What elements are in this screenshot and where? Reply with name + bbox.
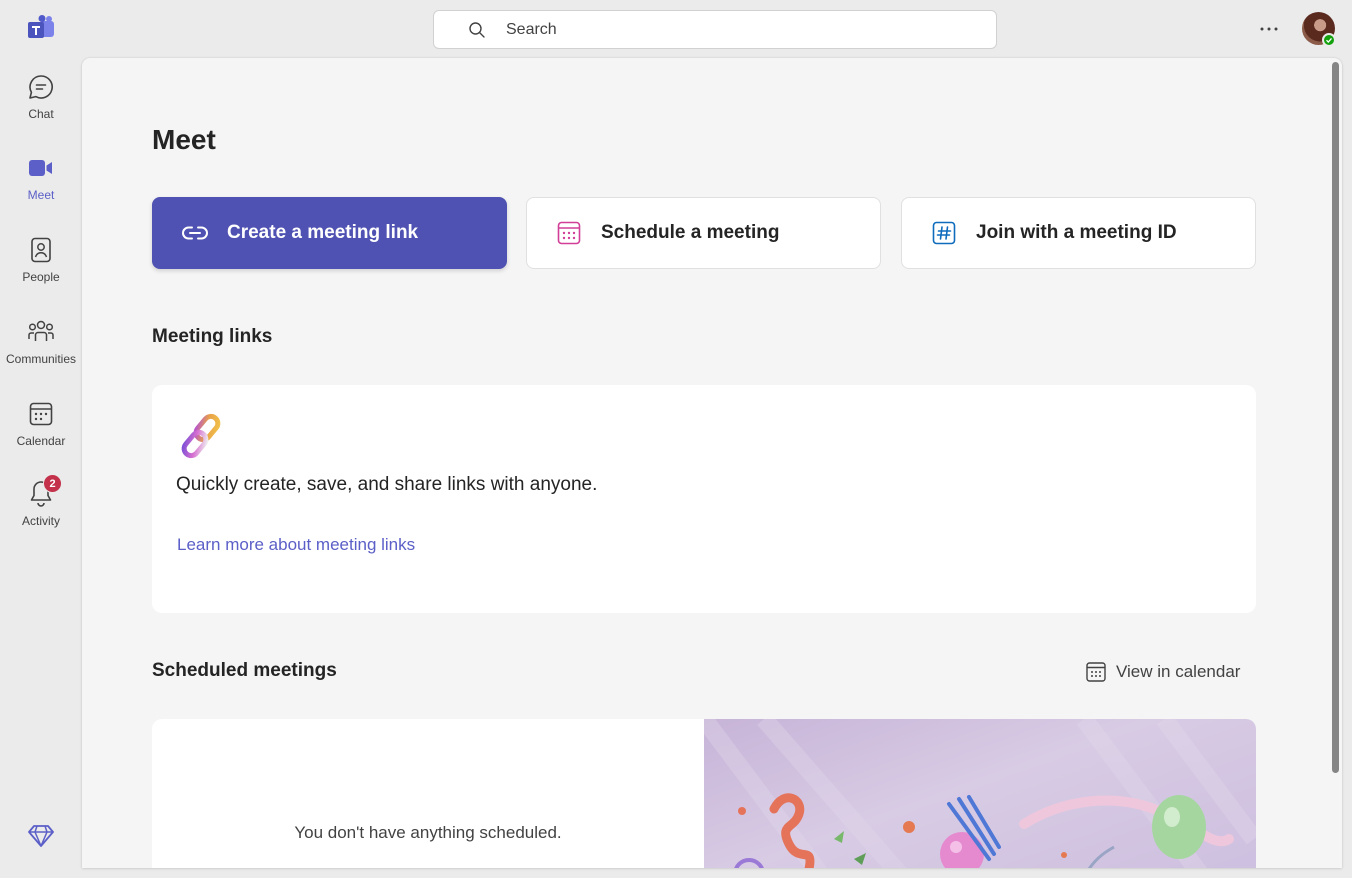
calendar-icon [1086, 662, 1106, 682]
communities-icon [27, 318, 55, 346]
view-in-calendar-label: View in calendar [1116, 662, 1241, 681]
calendar-schedule-icon [555, 219, 583, 247]
rail-item-people[interactable]: People [0, 236, 82, 312]
diamond-icon[interactable] [28, 824, 54, 848]
rail-label: Calendar [16, 434, 66, 448]
view-in-calendar-button[interactable]: View in calendar [1086, 660, 1240, 684]
action-label: Join with a meeting ID [976, 222, 1177, 243]
scheduled-meetings-title: Scheduled meetings [152, 660, 337, 681]
bell-icon: 2 [27, 474, 62, 508]
rail-item-chat[interactable]: Chat [0, 73, 82, 149]
rail-item-communities[interactable]: Communities [0, 318, 82, 394]
rail-item-meet[interactable]: Meet [0, 154, 82, 230]
meeting-links-description: Quickly create, save, and share links wi… [176, 474, 598, 495]
page-title: Meet [152, 124, 216, 155]
learn-more-link[interactable]: Learn more about meeting links [177, 535, 415, 555]
scrollbar[interactable] [1332, 62, 1339, 773]
rail-item-calendar[interactable]: Calendar [0, 400, 82, 476]
hash-icon [930, 219, 958, 247]
rail-item-activity[interactable]: 2 Activity [0, 474, 82, 556]
schedule-meeting-button[interactable]: Schedule a meeting [526, 197, 881, 269]
more-options-button[interactable] [1256, 18, 1282, 40]
scheduled-meetings-card: You don't have anything scheduled. [152, 719, 1256, 868]
video-icon [27, 154, 55, 182]
activity-badge: 2 [43, 474, 62, 493]
main-panel: Meet Create a meeting link Schedule a me… [82, 58, 1342, 868]
rail-label: Communities [5, 352, 77, 366]
create-meeting-link-button[interactable]: Create a meeting link [152, 197, 507, 269]
action-label: Create a meeting link [227, 222, 419, 243]
join-with-meeting-id-button[interactable]: Join with a meeting ID [901, 197, 1256, 269]
empty-schedule-text: You don't have anything scheduled. [294, 823, 562, 842]
calendar-icon [27, 400, 55, 428]
search-box[interactable] [433, 10, 997, 49]
meeting-links-title: Meeting links [152, 326, 273, 347]
rail-label: People [22, 270, 60, 284]
rail-label: Chat [28, 107, 54, 121]
rail-label: Meet [27, 188, 55, 202]
action-label: Schedule a meeting [601, 222, 780, 243]
chat-icon [27, 73, 55, 101]
rail-label: Activity [21, 514, 60, 528]
chain-link-illustration [180, 413, 226, 459]
presence-available-icon [1322, 33, 1336, 47]
teams-logo-icon [27, 15, 55, 41]
more-icon [1260, 27, 1278, 31]
search-icon [469, 21, 485, 38]
celebration-illustration [696, 719, 1256, 868]
meeting-links-card: Quickly create, save, and share links wi… [152, 385, 1256, 613]
search-input[interactable] [506, 20, 906, 39]
people-icon [27, 236, 55, 264]
link-icon [181, 219, 209, 247]
